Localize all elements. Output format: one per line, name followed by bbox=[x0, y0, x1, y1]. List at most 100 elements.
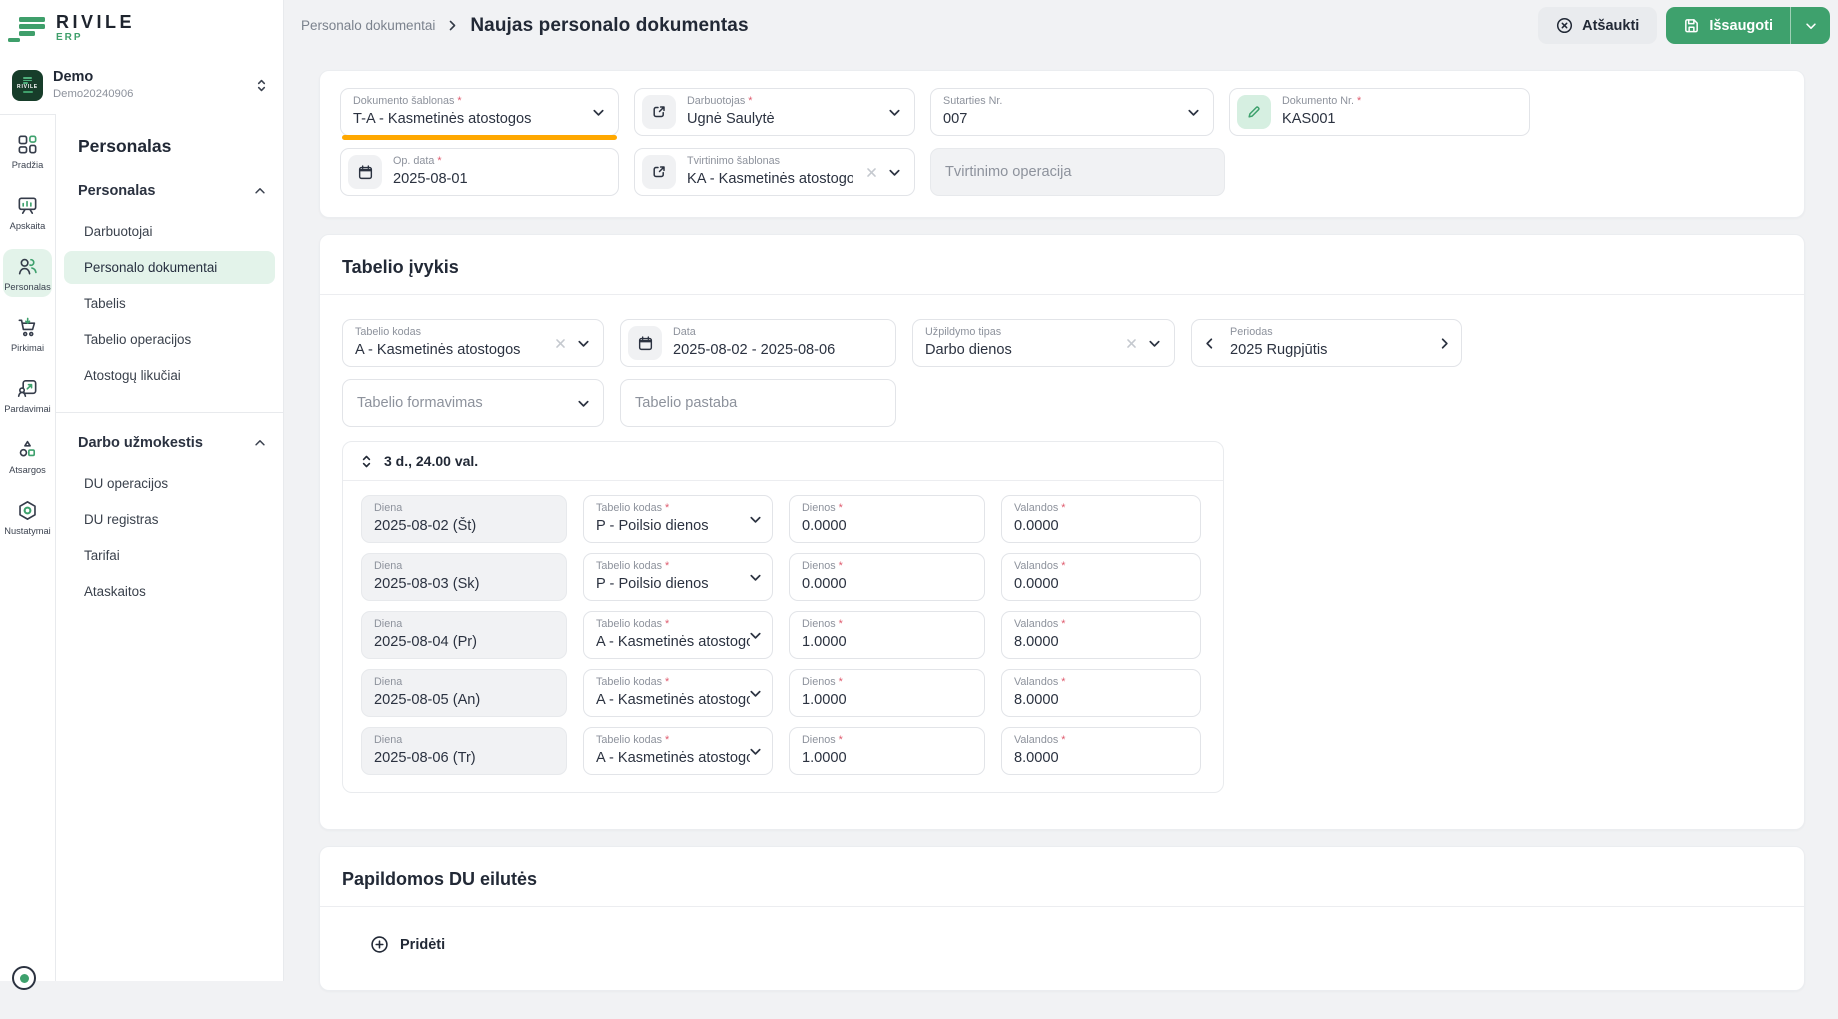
valandos-field[interactable]: Valandos8.0000 bbox=[1001, 669, 1201, 717]
switch-company-icon[interactable] bbox=[254, 78, 269, 93]
cancel-button[interactable]: Atšaukti bbox=[1538, 7, 1657, 44]
row-tabelio-kodas-field[interactable]: Tabelio kodasA - Kasmetinės atostogos bbox=[583, 727, 773, 775]
period-prev-button[interactable] bbox=[1192, 320, 1226, 366]
calendar-icon[interactable] bbox=[628, 326, 662, 360]
valandos-field[interactable]: Valandos0.0000 bbox=[1001, 495, 1201, 543]
main-area: Personalo dokumentai Naujas personalo do… bbox=[284, 0, 1838, 981]
rail-item-nustatymai[interactable]: Nustatymai bbox=[3, 493, 52, 541]
document-form-card: Dokumento šablonas T-A - Kasmetinės atos… bbox=[319, 70, 1805, 218]
sutarties-nr-field[interactable]: Sutarties Nr. 007 bbox=[930, 88, 1214, 136]
tabelio-pastaba-field[interactable]: Tabelio pastaba bbox=[620, 379, 896, 427]
rail-item-personalas[interactable]: Personalas bbox=[3, 249, 52, 297]
period-next-button[interactable] bbox=[1427, 320, 1461, 366]
sidebar-item-personalo-dokumentai[interactable]: Personalo dokumentai bbox=[64, 251, 275, 284]
external-link-icon[interactable] bbox=[642, 95, 676, 129]
page-title: Naujas personalo dokumentas bbox=[470, 15, 748, 37]
op-data-field[interactable]: Op. data 2025-08-01 bbox=[340, 148, 619, 196]
dienos-field[interactable]: Dienos1.0000 bbox=[789, 611, 985, 659]
rail-item-apskaita[interactable]: Apskaita bbox=[3, 188, 52, 236]
sidebar-item-du-operacijos[interactable]: DU operacijos bbox=[64, 467, 275, 500]
save-options-button[interactable] bbox=[1790, 7, 1830, 44]
row-tabelio-kodas-field[interactable]: Tabelio kodasP - Poilsio dienos bbox=[583, 495, 773, 543]
sidebar-item-tabelio-operacijos[interactable]: Tabelio operacijos bbox=[64, 323, 275, 356]
help-button[interactable] bbox=[12, 966, 36, 990]
tabelio-rows-card: 3 d., 24.00 val. Diena2025-08-02 (Št) Ta… bbox=[342, 441, 1224, 793]
dokumento-nr-field[interactable]: Dokumento Nr. KAS001 bbox=[1229, 88, 1530, 136]
diena-field: Diena2025-08-05 (An) bbox=[361, 669, 567, 717]
chevron-down-icon[interactable] bbox=[591, 105, 606, 120]
chevron-down-icon[interactable] bbox=[748, 628, 763, 643]
sidebar-item-darbuotojai[interactable]: Darbuotojai bbox=[64, 215, 275, 248]
sidebar-item-ataskaitos[interactable]: Ataskaitos bbox=[64, 575, 275, 608]
tabelio-row: Diena2025-08-05 (An) Tabelio kodasA - Ka… bbox=[361, 669, 1205, 717]
sidebar-item-atostogu-likuciai[interactable]: Atostogų likučiai bbox=[64, 359, 275, 392]
dokumento-sablonas-field[interactable]: Dokumento šablonas T-A - Kasmetinės atos… bbox=[340, 88, 619, 136]
dienos-field[interactable]: Dienos0.0000 bbox=[789, 553, 985, 601]
plus-circle-icon bbox=[370, 935, 389, 954]
sort-vertical-icon bbox=[359, 454, 374, 469]
calendar-icon[interactable] bbox=[348, 155, 382, 189]
sidebar-section-personalas[interactable]: Personalas bbox=[56, 177, 283, 205]
left-panel: RIVILE ERP RIVILE Demo Demo20240906 Prad… bbox=[0, 0, 284, 981]
valandos-field[interactable]: Valandos8.0000 bbox=[1001, 727, 1201, 775]
sidebar-item-tabelis[interactable]: Tabelis bbox=[64, 287, 275, 320]
dienos-field[interactable]: Dienos1.0000 bbox=[789, 727, 985, 775]
brand-wordmark: RIVILE ERP bbox=[56, 13, 135, 43]
data-range-field[interactable]: Data 2025-08-02 - 2025-08-06 bbox=[620, 319, 896, 367]
add-row-button[interactable]: Pridėti bbox=[370, 935, 445, 954]
tabelio-row: Diena2025-08-03 (Sk) Tabelio kodasP - Po… bbox=[361, 553, 1205, 601]
chevron-down-icon[interactable] bbox=[1186, 105, 1201, 120]
rail-item-atsargos[interactable]: Atsargos bbox=[3, 432, 52, 480]
dienos-field[interactable]: Dienos0.0000 bbox=[789, 495, 985, 543]
chevron-down-icon[interactable] bbox=[748, 512, 763, 527]
rail-item-pradzia[interactable]: Pradžia bbox=[3, 127, 52, 175]
company-switcher[interactable]: RIVILE Demo Demo20240906 bbox=[0, 56, 283, 114]
darbuotojas-field[interactable]: Darbuotojas Ugnė Saulytė bbox=[634, 88, 915, 136]
chevron-up-icon bbox=[253, 436, 267, 450]
chevron-down-icon[interactable] bbox=[748, 744, 763, 759]
pencil-icon bbox=[1237, 95, 1271, 129]
tabelio-summary-row[interactable]: 3 d., 24.00 val. bbox=[343, 442, 1223, 481]
breadcrumb-parent-link[interactable]: Personalo dokumentai bbox=[301, 18, 435, 33]
chevron-down-icon[interactable] bbox=[576, 396, 591, 411]
chevron-down-icon[interactable] bbox=[887, 165, 902, 180]
dashboard-icon bbox=[16, 133, 39, 156]
sidebar-section-darbo-uzmokestis[interactable]: Darbo užmokestis bbox=[56, 429, 283, 457]
save-icon bbox=[1683, 17, 1700, 34]
chevron-down-icon[interactable] bbox=[1147, 336, 1162, 351]
rail-item-pardavimai[interactable]: Pardavimai bbox=[3, 371, 52, 419]
company-code: Demo20240906 bbox=[53, 87, 244, 101]
module-rail: Pradžia Apskaita Personalas Pirkimai Par… bbox=[0, 114, 56, 981]
tvirtinimo-sablonas-field[interactable]: Tvirtinimo šablonas KA - Kasmetinės atos… bbox=[634, 148, 915, 196]
clear-x-icon[interactable] bbox=[1125, 337, 1138, 350]
rail-item-pirkimai[interactable]: Pirkimai bbox=[3, 310, 52, 358]
diena-field: Diena2025-08-04 (Pr) bbox=[361, 611, 567, 659]
external-link-icon[interactable] bbox=[642, 155, 676, 189]
save-button[interactable]: Išsaugoti bbox=[1666, 7, 1790, 44]
accounting-board-icon bbox=[16, 194, 39, 217]
row-tabelio-kodas-field[interactable]: Tabelio kodasP - Poilsio dienos bbox=[583, 553, 773, 601]
row-tabelio-kodas-field[interactable]: Tabelio kodasA - Kasmetinės atostogos bbox=[583, 669, 773, 717]
tabelio-kodas-filter[interactable]: Tabelio kodas A - Kasmetinės atostogos bbox=[342, 319, 604, 367]
chevron-down-icon[interactable] bbox=[576, 336, 591, 351]
app-logo[interactable]: RIVILE ERP bbox=[0, 0, 283, 56]
sidebar-item-du-registras[interactable]: DU registras bbox=[64, 503, 275, 536]
chevron-down-icon[interactable] bbox=[887, 105, 902, 120]
chevron-down-icon[interactable] bbox=[748, 686, 763, 701]
dienos-field[interactable]: Dienos1.0000 bbox=[789, 669, 985, 717]
sidebar-item-tarifai[interactable]: Tarifai bbox=[64, 539, 275, 572]
valandos-field[interactable]: Valandos0.0000 bbox=[1001, 553, 1201, 601]
chevron-down-icon[interactable] bbox=[748, 570, 763, 585]
clear-x-icon[interactable] bbox=[865, 166, 878, 179]
valandos-field[interactable]: Valandos8.0000 bbox=[1001, 611, 1201, 659]
periodas-field[interactable]: Periodas 2025 Rugpjūtis bbox=[1191, 319, 1462, 367]
clear-x-icon[interactable] bbox=[554, 337, 567, 350]
tabelio-formavimas-field[interactable]: Tabelio formavimas bbox=[342, 379, 604, 427]
uzpildymo-tipas-filter[interactable]: Užpildymo tipas Darbo dienos bbox=[912, 319, 1175, 367]
brand-name: RIVILE bbox=[56, 13, 135, 32]
sidebar-title: Personalas bbox=[56, 126, 283, 177]
breadcrumb: Personalo dokumentai Naujas personalo do… bbox=[301, 15, 749, 37]
company-avatar: RIVILE bbox=[12, 70, 43, 101]
save-split-button: Išsaugoti bbox=[1666, 7, 1830, 44]
row-tabelio-kodas-field[interactable]: Tabelio kodasA - Kasmetinės atostogos bbox=[583, 611, 773, 659]
